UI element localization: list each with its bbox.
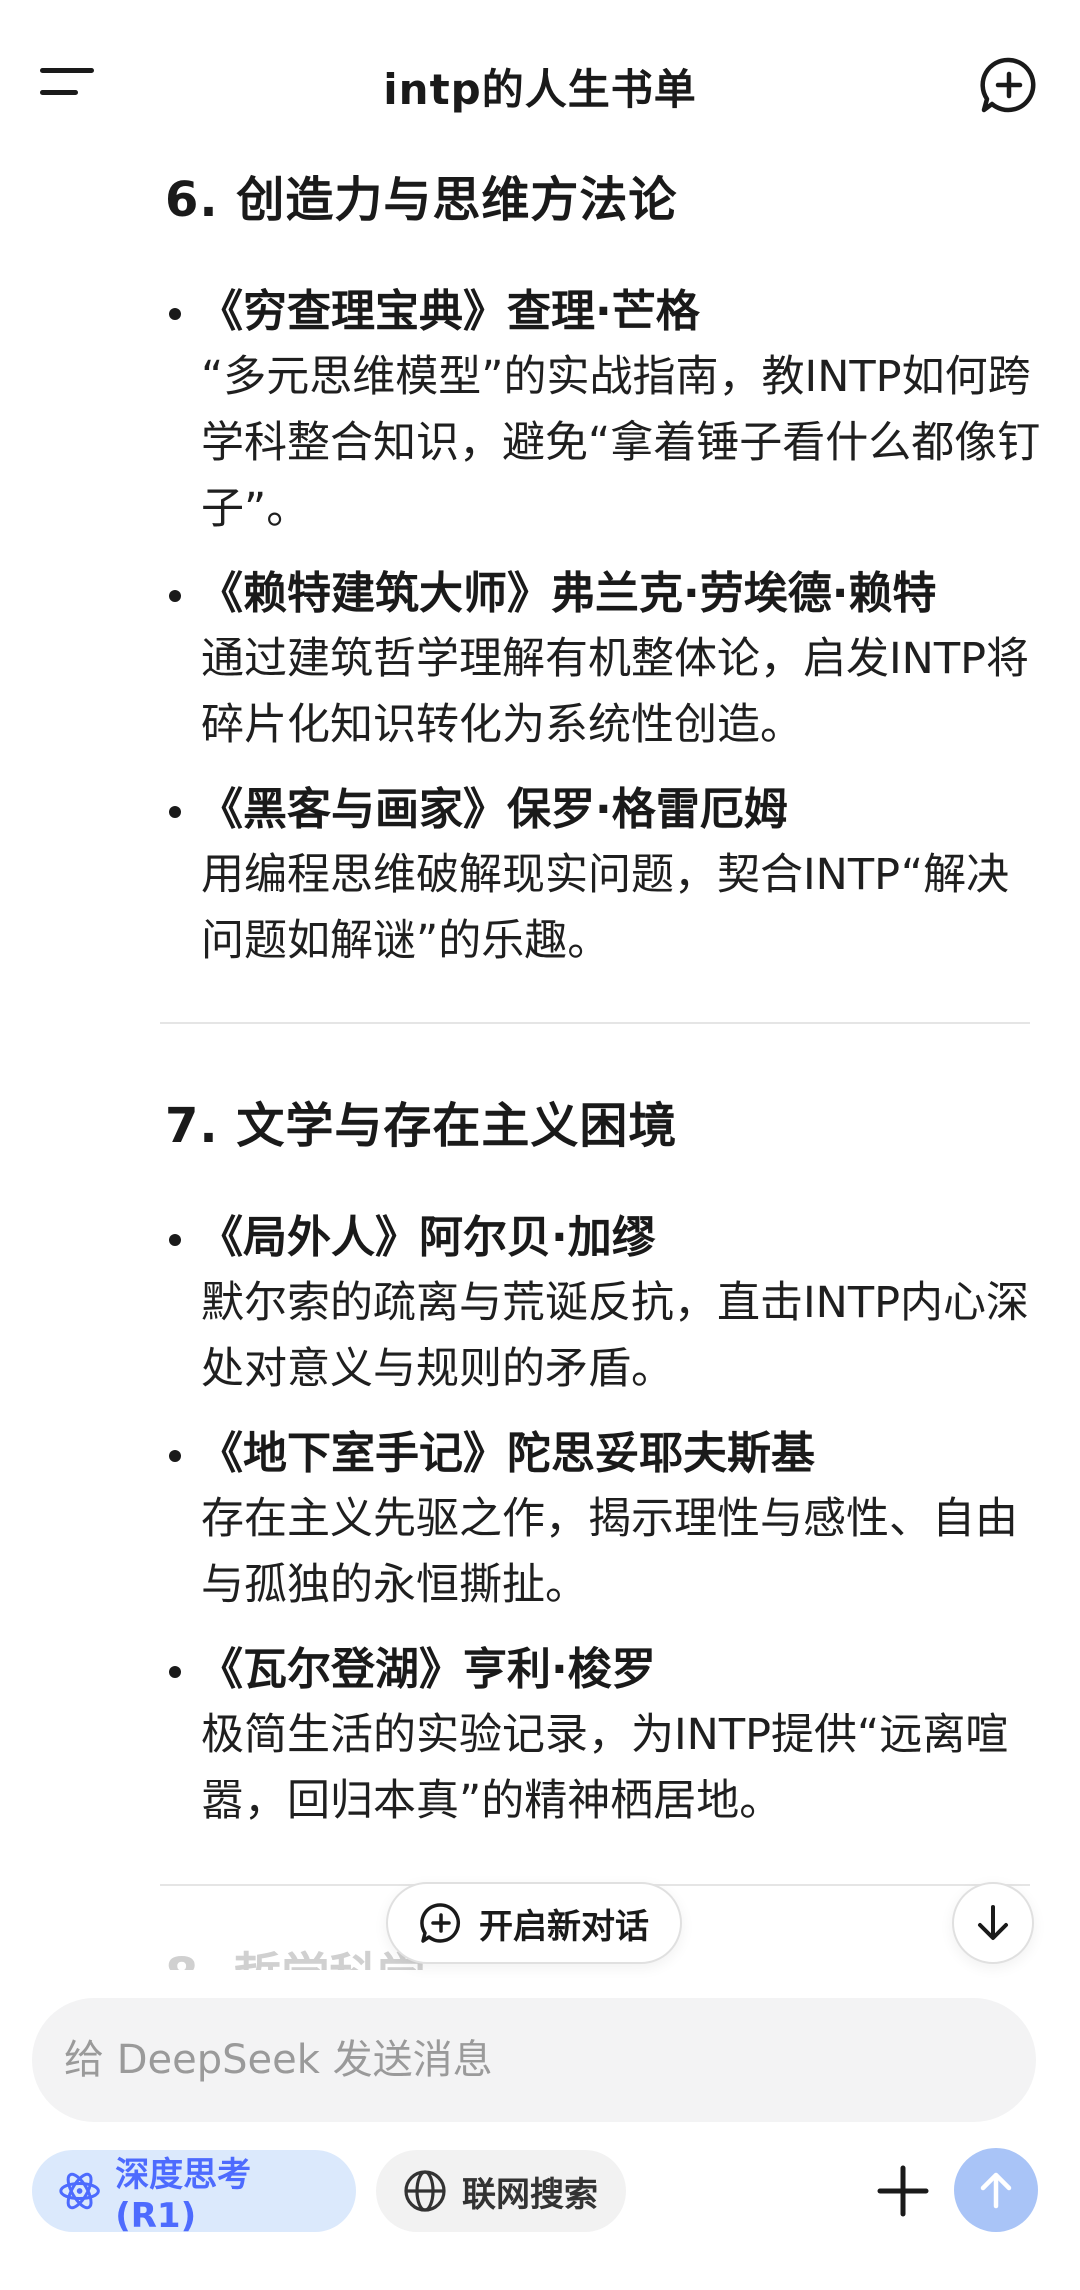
page-title: intp的人生书单 xyxy=(383,65,697,114)
book-description: 用编程思维破解现实问题，契合INTP“解决问题如解谜”的乐趣。 xyxy=(201,850,1010,966)
section-heading: 7. 文学与存在主义困境 xyxy=(165,1098,678,1154)
bullet xyxy=(169,1234,181,1246)
book-title: 《瓦尔登湖》亨利·梭罗 xyxy=(199,1644,656,1695)
send-button[interactable] xyxy=(954,2148,1038,2232)
divider xyxy=(160,1022,1030,1024)
book-title: 《赖特建筑大师》弗兰克·劳埃德·赖特 xyxy=(199,568,937,619)
new-dialog-label: 开启新对话 xyxy=(479,1906,649,1947)
book-description: “多元思维模型”的实战指南，教INTP如何跨学科整合知识，避免“拿着锤子看什么都… xyxy=(201,352,1041,534)
deep-think-toggle[interactable]: 深度思考 (R1) xyxy=(32,2150,356,2236)
plus-icon[interactable] xyxy=(866,2154,940,2228)
arrow-up-icon xyxy=(980,2172,1012,2209)
bullet xyxy=(169,308,181,320)
section-heading-partial: 8. 哲学科学 xyxy=(165,1944,425,1970)
section-heading: 6. 创造力与思维方法论 xyxy=(165,172,678,228)
bullet xyxy=(169,1666,181,1678)
bullet xyxy=(169,1450,181,1462)
atom-icon xyxy=(59,2172,100,2210)
new-chat-bubble-icon[interactable] xyxy=(978,54,1040,116)
book-description: 通过建筑哲学理解有机整体论，启发INTP将碎片化知识转化为系统性创造。 xyxy=(201,634,1030,750)
scroll-down-button[interactable] xyxy=(952,1882,1034,1964)
new-dialog-button[interactable]: 开启新对话 xyxy=(386,1882,682,1964)
bullet xyxy=(169,806,181,818)
book-title: 《黑客与画家》保罗·格雷厄姆 xyxy=(199,784,788,835)
globe-icon xyxy=(404,2170,446,2212)
web-search-toggle[interactable]: 联网搜索 xyxy=(376,2150,626,2232)
book-description: 存在主义先驱之作，揭示理性与感性、自由与孤独的永恒撕扯。 xyxy=(201,1494,1018,1610)
book-description: 默尔索的疏离与荒诞反抗，直击INTP内心深处对意义与规则的矛盾。 xyxy=(201,1278,1030,1394)
book-description: 极简生活的实验记录，为INTP提供“远离喧嚣，回归本真”的精神栖居地。 xyxy=(201,1710,1009,1826)
new-chat-bubble-icon xyxy=(420,1903,461,1943)
arrow-down-icon xyxy=(978,1905,1008,1940)
book-title: 《穷查理宝典》查理·芒格 xyxy=(199,286,700,337)
book-title: 《地下室手记》陀思妥耶夫斯基 xyxy=(199,1428,815,1479)
deep-think-label: 深度思考 (R1) xyxy=(115,2154,252,2236)
bullet xyxy=(169,590,181,602)
web-search-label: 联网搜索 xyxy=(462,2174,598,2215)
book-title: 《局外人》阿尔贝·加缪 xyxy=(199,1212,656,1263)
message-input[interactable] xyxy=(32,1998,1036,2122)
composer: 深度思考 (R1) 联网搜索 xyxy=(0,1970,1080,2290)
top-bar: intp的人生书单 xyxy=(0,0,1080,160)
chat-screen: intp的人生书单 6. 创造力与思维方法论 《穷查理宝典》查理·芒格 “多元思… xyxy=(0,0,1080,2290)
